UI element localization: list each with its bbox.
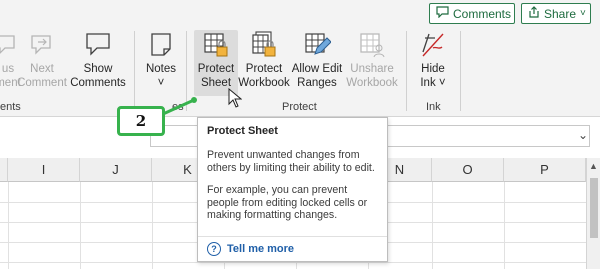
tell-me-more-link[interactable]: ? Tell me more xyxy=(198,236,387,261)
column-gridline xyxy=(8,182,9,269)
share-button[interactable]: Share ˅ xyxy=(521,3,591,24)
allow-edit-ranges-icon xyxy=(303,30,332,60)
show-comments-icon xyxy=(84,30,112,60)
hide-ink-icon xyxy=(419,30,447,60)
review-ribbon: us ment Next Comment Show Comments ents … xyxy=(0,27,600,117)
show-comments-button[interactable]: Show Comments xyxy=(70,30,126,90)
expand-formula-bar-icon[interactable]: ⌄ xyxy=(578,128,588,142)
column-gridline xyxy=(432,182,433,269)
column-header-o[interactable]: O xyxy=(432,158,504,182)
column-header-i[interactable]: I xyxy=(8,158,80,182)
top-action-bar: Comments Share ˅ xyxy=(0,0,600,27)
protect-sheet-icon xyxy=(202,30,230,60)
next-comment-button[interactable]: Next Comment xyxy=(16,30,68,90)
share-button-label: Share xyxy=(544,6,577,21)
next-comment-icon xyxy=(28,30,56,60)
unshare-workbook-icon xyxy=(358,30,386,60)
allow-edit-ranges-button[interactable]: Allow Edit Ranges xyxy=(291,30,343,90)
group-separator xyxy=(134,31,135,111)
share-icon xyxy=(528,6,540,21)
help-icon: ? xyxy=(207,242,221,256)
group-label-protect: Protect xyxy=(282,101,317,113)
notes-icon xyxy=(147,30,175,60)
step-number-badge: 2 xyxy=(117,106,165,136)
group-separator xyxy=(406,31,407,111)
comments-button[interactable]: Comments xyxy=(429,3,515,24)
column-header-p[interactable]: P xyxy=(504,158,586,182)
tooltip-title: Protect Sheet xyxy=(207,125,278,137)
vertical-scrollbar[interactable]: ▲ xyxy=(586,158,600,269)
group-separator xyxy=(460,31,461,111)
column-header-partial[interactable] xyxy=(0,158,8,182)
mouse-cursor-icon xyxy=(228,88,242,108)
comments-button-label: Comments xyxy=(453,6,512,21)
tooltip-description: Prevent unwanted changes from others by … xyxy=(207,149,375,174)
notes-button[interactable]: Notes ˅ xyxy=(143,30,179,90)
tell-me-more-label: Tell me more xyxy=(227,243,295,255)
tooltip-example: For example, you can prevent people from… xyxy=(207,184,368,221)
group-label-comments: ents xyxy=(0,101,21,113)
callout-connector xyxy=(162,97,197,116)
scroll-up-icon[interactable]: ▲ xyxy=(589,161,598,171)
column-gridline xyxy=(504,182,505,269)
comment-icon xyxy=(436,6,449,21)
row-gridline xyxy=(0,262,588,263)
protect-sheet-tooltip: Protect Sheet Prevent unwanted changes f… xyxy=(197,117,388,262)
column-gridline xyxy=(152,182,153,269)
protect-sheet-button[interactable]: Protect Sheet xyxy=(194,30,238,96)
column-header-j[interactable]: J xyxy=(80,158,152,182)
protect-workbook-button[interactable]: Protect Workbook xyxy=(238,30,290,90)
unshare-workbook-button[interactable]: Unshare Workbook xyxy=(345,30,399,90)
share-caret-icon: ˅ xyxy=(580,8,586,19)
scrollbar-thumb[interactable] xyxy=(590,178,598,238)
hide-ink-button[interactable]: Hide Ink ˅ xyxy=(416,30,450,90)
column-gridline xyxy=(80,182,81,269)
group-label-ink: Ink xyxy=(426,101,441,113)
protect-workbook-icon xyxy=(250,30,278,60)
